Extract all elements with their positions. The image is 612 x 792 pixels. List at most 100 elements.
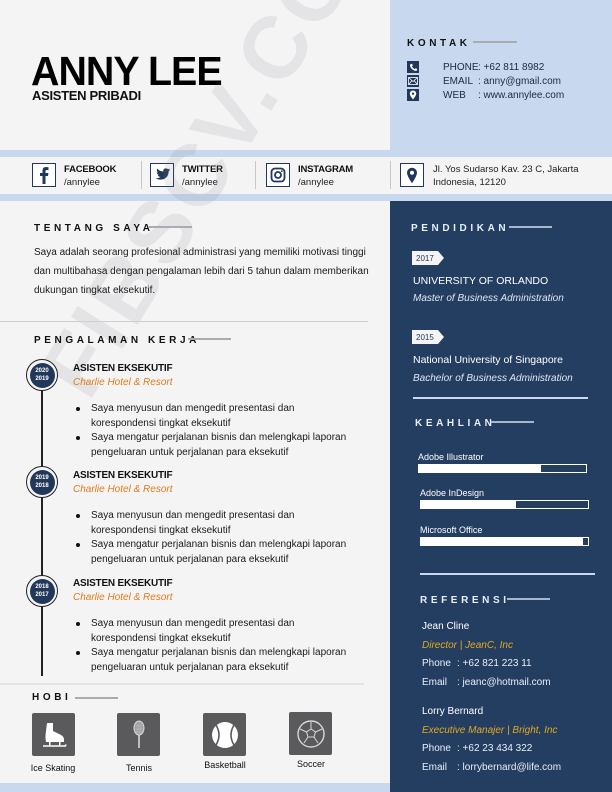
skill-label: Adobe InDesign: [420, 488, 485, 498]
job-title: ASISTEN EKSEKUTIF: [73, 470, 173, 481]
timeline-years: 2020 2019: [29, 362, 55, 388]
skill-bar-fill: [421, 501, 517, 508]
experience-title-rule: [188, 338, 231, 340]
hobby-label: Tennis: [125, 763, 152, 773]
job-bullets: Saya menyusun dan mengedit presentasi da…: [73, 509, 353, 567]
job-bullet: Saya mengatur perjalanan bisnis dan mele…: [73, 431, 353, 460]
job-company: Charlie Hotel & Resort: [73, 484, 173, 495]
address-line-2: Indonesia, 12120: [433, 177, 506, 188]
mail-icon: [407, 75, 419, 87]
social-strip-bottom-border: [0, 194, 390, 201]
sidebar-divider: [420, 573, 595, 575]
job-company: Charlie Hotel & Resort: [73, 592, 173, 603]
facebook-icon[interactable]: [32, 163, 56, 187]
education-school: National University of Singapore: [413, 354, 563, 366]
skill-bar: [420, 500, 589, 509]
candidate-name: ANNY LEE: [31, 48, 223, 94]
footer-strip: [0, 783, 390, 792]
references-title: REFERENSI: [420, 595, 510, 606]
sidebar-divider: [413, 397, 588, 399]
skills-title-rule: [491, 421, 534, 423]
education-degree: Master of Business Administration: [413, 293, 564, 304]
tennis-racket-icon: [117, 713, 160, 756]
skill-bar-fill: [421, 538, 583, 545]
skill-bar: [420, 537, 589, 546]
location-pin-icon: [400, 163, 424, 187]
social-strip: [0, 157, 612, 194]
reference-phone[interactable]: : +62 821 223 11: [457, 658, 532, 669]
contact-phone-row: [407, 61, 419, 73]
social-handle[interactable]: /annylee: [182, 177, 218, 188]
skill-label: Adobe Illustrator: [418, 452, 484, 462]
education-title: PENDIDIKAN: [411, 223, 510, 234]
year-end: 2018: [35, 584, 49, 590]
skills-title: KEAHLIAN: [415, 418, 496, 429]
hobby-label: Soccer: [296, 759, 325, 769]
reference-phone[interactable]: : +62 23 434 322: [457, 743, 532, 754]
job-title: ASISTEN EKSEKUTIF: [73, 578, 173, 589]
social-handle[interactable]: /annylee: [298, 177, 334, 188]
location-pin-icon: [407, 89, 419, 101]
phone-icon: [407, 61, 419, 73]
job-bullet: Saya menyusun dan mengedit presentasi da…: [73, 617, 353, 646]
contact-email-value[interactable]: : anny@gmail.com: [478, 76, 561, 87]
year-start: 2017: [35, 592, 49, 598]
social-divider: [390, 161, 391, 189]
social-divider: [255, 161, 256, 189]
reference-email[interactable]: : jeanc@hotmail.com: [457, 677, 551, 688]
reference-email[interactable]: : lorrybernard@life.com: [457, 762, 561, 773]
hobby-label: Basketball: [204, 760, 246, 770]
timeline-years: 2018 2017: [29, 578, 55, 604]
job-bullets: Saya menyusun dan mengedit presentasi da…: [73, 402, 353, 460]
contact-phone-value[interactable]: : +62 811 8982: [478, 62, 544, 73]
social-title: INSTAGRAM: [298, 164, 354, 175]
contact-web-row: [407, 89, 419, 101]
candidate-role: ASISTEN PRIBADI: [32, 88, 141, 103]
timeline-years: 2019 2018: [29, 469, 55, 495]
reference-phone-label: Phone: [422, 658, 451, 669]
timeline-line: [41, 389, 43, 676]
instagram-icon[interactable]: [266, 163, 290, 187]
contact-label: WEB: [443, 90, 466, 101]
about-title-rule: [149, 226, 192, 228]
references-title-rule: [507, 598, 550, 600]
social-handle[interactable]: /annylee: [64, 177, 100, 188]
reference-name: Lorry Bernard: [422, 706, 484, 717]
job-bullets: Saya menyusun dan mengedit presentasi da…: [73, 617, 353, 675]
contact-panel: [390, 0, 612, 150]
year-end: 2020: [35, 368, 49, 374]
about-text: Saya adalah seorang profesional administ…: [34, 247, 369, 296]
reference-role: Director | JeanC, Inc: [422, 640, 513, 651]
job-bullet: Saya mengatur perjalanan bisnis dan mele…: [73, 646, 353, 675]
experience-title: PENGALAMAN KERJA: [34, 335, 200, 346]
social-title: TWITTER: [182, 164, 223, 175]
section-divider: [0, 321, 368, 322]
reference-email-label: Email: [422, 762, 448, 773]
contact-title: KONTAK: [407, 38, 471, 49]
address-line-1: Jl. Yos Sudarso Kav. 23 C, Jakarta: [433, 164, 579, 175]
year-start: 2018: [35, 483, 49, 489]
timeline-marker: 2020 2019: [26, 359, 58, 391]
social-strip-bottom-border: [390, 194, 612, 201]
job-title: ASISTEN EKSEKUTIF: [73, 363, 173, 374]
year-start: 2019: [35, 376, 49, 382]
about-title: TENTANG SAYA: [34, 223, 154, 234]
job-company: Charlie Hotel & Resort: [73, 377, 173, 388]
social-strip-top-border: [0, 150, 612, 157]
education-degree: Bachelor of Business Administration: [413, 373, 573, 384]
twitter-icon[interactable]: [150, 163, 174, 187]
skill-bar-fill: [419, 465, 541, 472]
education-year-tag: 2017: [412, 251, 444, 265]
reference-name: Jean Cline: [422, 621, 470, 632]
contact-web-value[interactable]: : www.annylee.com: [478, 90, 564, 101]
soccer-ball-icon: [289, 712, 332, 755]
contact-label: EMAIL: [443, 76, 474, 87]
contact-label: PHONE: [443, 62, 479, 73]
skill-bar: [418, 464, 587, 473]
reference-email-label: Email: [422, 677, 448, 688]
ice-skate-icon: [32, 713, 75, 756]
job-bullet: Saya menyusun dan mengedit presentasi da…: [73, 509, 353, 538]
ball-icon: [203, 713, 246, 756]
hobbies-title: HOBI: [32, 692, 72, 703]
skill-label: Microsoft Office: [420, 525, 483, 535]
